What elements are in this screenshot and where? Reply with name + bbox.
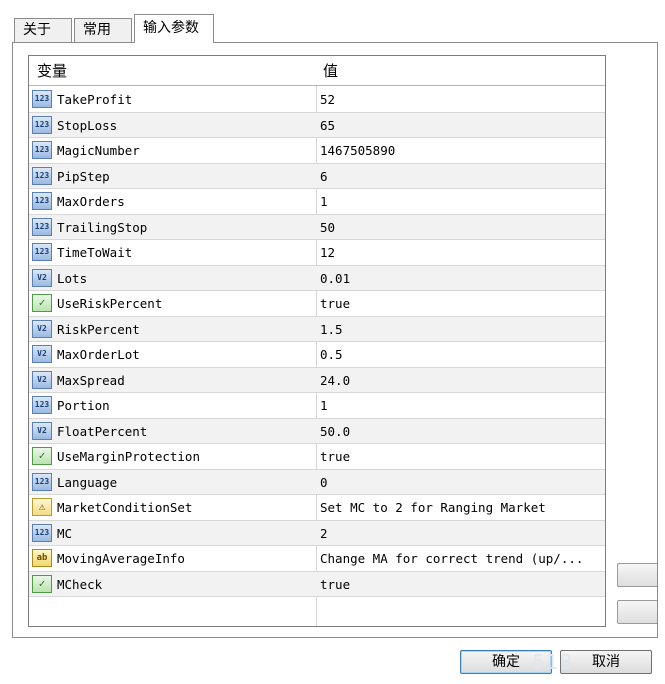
variable-name: FloatPercent [57, 423, 148, 439]
variable-name: Lots [57, 270, 88, 286]
integer-type-icon: 123 [32, 141, 52, 159]
table-row[interactable]: 123 TimeToWait 12 [29, 240, 605, 266]
integer-type-icon: 123 [32, 243, 52, 261]
variable-value[interactable]: 2 [320, 521, 602, 546]
tab-common[interactable]: 常用 [74, 18, 132, 42]
variable-value[interactable]: 24.0 [320, 368, 602, 393]
table-row[interactable]: 123 StopLoss 65 [29, 112, 605, 138]
variable-value[interactable]: 50.0 [320, 419, 602, 444]
parameters-grid: 变量 值 123 TakeProfit 52 123 StopLoss 65 123 Magi… [28, 55, 606, 627]
tab-input-params[interactable]: 输入参数 [134, 14, 214, 43]
variable-name: MCheck [57, 576, 103, 592]
variable-value[interactable]: true [320, 291, 602, 316]
table-row[interactable]: 123 TakeProfit 52 [29, 87, 605, 113]
variable-name: MaxOrders [57, 194, 125, 209]
table-row[interactable]: V2 RiskPercent 1.5 [29, 316, 605, 342]
string-type-icon: ab [32, 549, 52, 567]
table-row[interactable]: 123 MagicNumber 1467505890 [29, 138, 605, 164]
variable-name: MaxOrderLot [57, 347, 140, 362]
table-row[interactable]: 123 MC 2 [29, 520, 605, 546]
variable-value[interactable]: 0 [320, 470, 602, 495]
variable-name: MovingAverageInfo [57, 551, 185, 566]
table-row[interactable]: 123 TrailingStop 50 [29, 214, 605, 240]
double-type-icon: V2 [32, 345, 52, 363]
table-row[interactable]: ⚠ MarketConditionSet Set MC to 2 for Rangi… [29, 495, 605, 521]
integer-type-icon: 123 [32, 217, 52, 236]
variable-value[interactable]: 50 [320, 215, 602, 240]
variable-name: MaxSpread [57, 372, 125, 388]
table-row[interactable]: V2 Lots 0.01 [29, 265, 605, 291]
table-row[interactable]: 123 Language 0 [29, 469, 605, 495]
boolean-type-icon: ✓ [32, 447, 52, 465]
integer-type-icon: 123 [32, 472, 52, 491]
variable-value[interactable]: 1 [320, 189, 602, 214]
variable-name: TimeToWait [57, 245, 133, 260]
table-row[interactable]: V2 MaxOrderLot 0.5 [29, 342, 605, 368]
variable-value[interactable]: 12 [320, 240, 602, 265]
variable-name: TakeProfit [57, 92, 133, 107]
table-row[interactable]: 123 PipStep 6 [29, 163, 605, 189]
enum-type-icon: ⚠ [32, 498, 52, 516]
boolean-type-icon: ✓ [32, 574, 52, 593]
cancel-button[interactable]: 取消 [560, 650, 652, 674]
grid-rows: 123 TakeProfit 52 123 StopLoss 65 123 MagicNumb… [29, 87, 605, 627]
variable-name: PipStep [57, 168, 110, 184]
header-value[interactable]: 值 [323, 56, 338, 86]
variable-name: StopLoss [57, 117, 118, 133]
tab-about[interactable]: 关于 [14, 18, 72, 42]
table-row[interactable]: ✓ MCheck true [29, 571, 605, 597]
integer-type-icon: 123 [32, 192, 52, 210]
integer-type-icon: 123 [32, 90, 52, 108]
double-type-icon: V2 [32, 268, 52, 287]
integer-type-icon: 123 [32, 115, 52, 134]
watermark: 518 [532, 650, 574, 674]
side-button-2[interactable] [617, 600, 657, 624]
variable-value[interactable]: 1467505890 [320, 138, 602, 163]
variable-value[interactable]: 6 [320, 164, 602, 189]
variable-name: UseMarginProtection [57, 449, 200, 464]
variable-value[interactable]: 65 [320, 113, 602, 138]
variable-name: Language [57, 474, 118, 490]
table-row[interactable]: 123 MaxOrders 1 [29, 189, 605, 215]
grid-header: 变量 值 [29, 56, 605, 86]
variable-value[interactable]: 52 [320, 87, 602, 112]
variable-name: MagicNumber [57, 143, 140, 158]
table-row[interactable]: V2 FloatPercent 50.0 [29, 418, 605, 444]
boolean-type-icon: ✓ [32, 294, 52, 312]
variable-name: MarketConditionSet [57, 500, 193, 515]
double-type-icon: V2 [32, 370, 52, 389]
double-type-icon: V2 [32, 319, 52, 338]
variable-value[interactable]: true [320, 444, 602, 469]
table-row[interactable]: 123 Portion 1 [29, 393, 605, 419]
table-row[interactable]: V2 MaxSpread 24.0 [29, 367, 605, 393]
variable-value[interactable]: 0.5 [320, 342, 602, 367]
variable-value[interactable]: true [320, 572, 602, 597]
variable-value[interactable]: 1.5 [320, 317, 602, 342]
integer-type-icon: 123 [32, 396, 52, 414]
variable-name: RiskPercent [57, 321, 140, 337]
variable-value[interactable]: Change MA for correct trend (up/... [320, 546, 602, 571]
double-type-icon: V2 [32, 421, 52, 440]
table-row[interactable]: ✓ UseMarginProtection true [29, 444, 605, 470]
variable-value[interactable]: 1 [320, 393, 602, 418]
table-row[interactable]: ab MovingAverageInfo Change MA for correct… [29, 546, 605, 572]
integer-type-icon: 123 [32, 523, 52, 542]
variable-name: UseRiskPercent [57, 296, 163, 311]
variable-value[interactable]: 0.01 [320, 266, 602, 291]
variable-name: MC [57, 525, 73, 541]
variable-name: Portion [57, 398, 110, 413]
header-variable[interactable]: 变量 [37, 56, 67, 86]
side-button-1[interactable] [617, 563, 657, 587]
variable-value[interactable]: Set MC to 2 for Ranging Market [320, 495, 602, 520]
integer-type-icon: 123 [32, 166, 52, 185]
table-row[interactable]: ✓ UseRiskPercent true [29, 291, 605, 317]
variable-name: TrailingStop [57, 219, 148, 235]
